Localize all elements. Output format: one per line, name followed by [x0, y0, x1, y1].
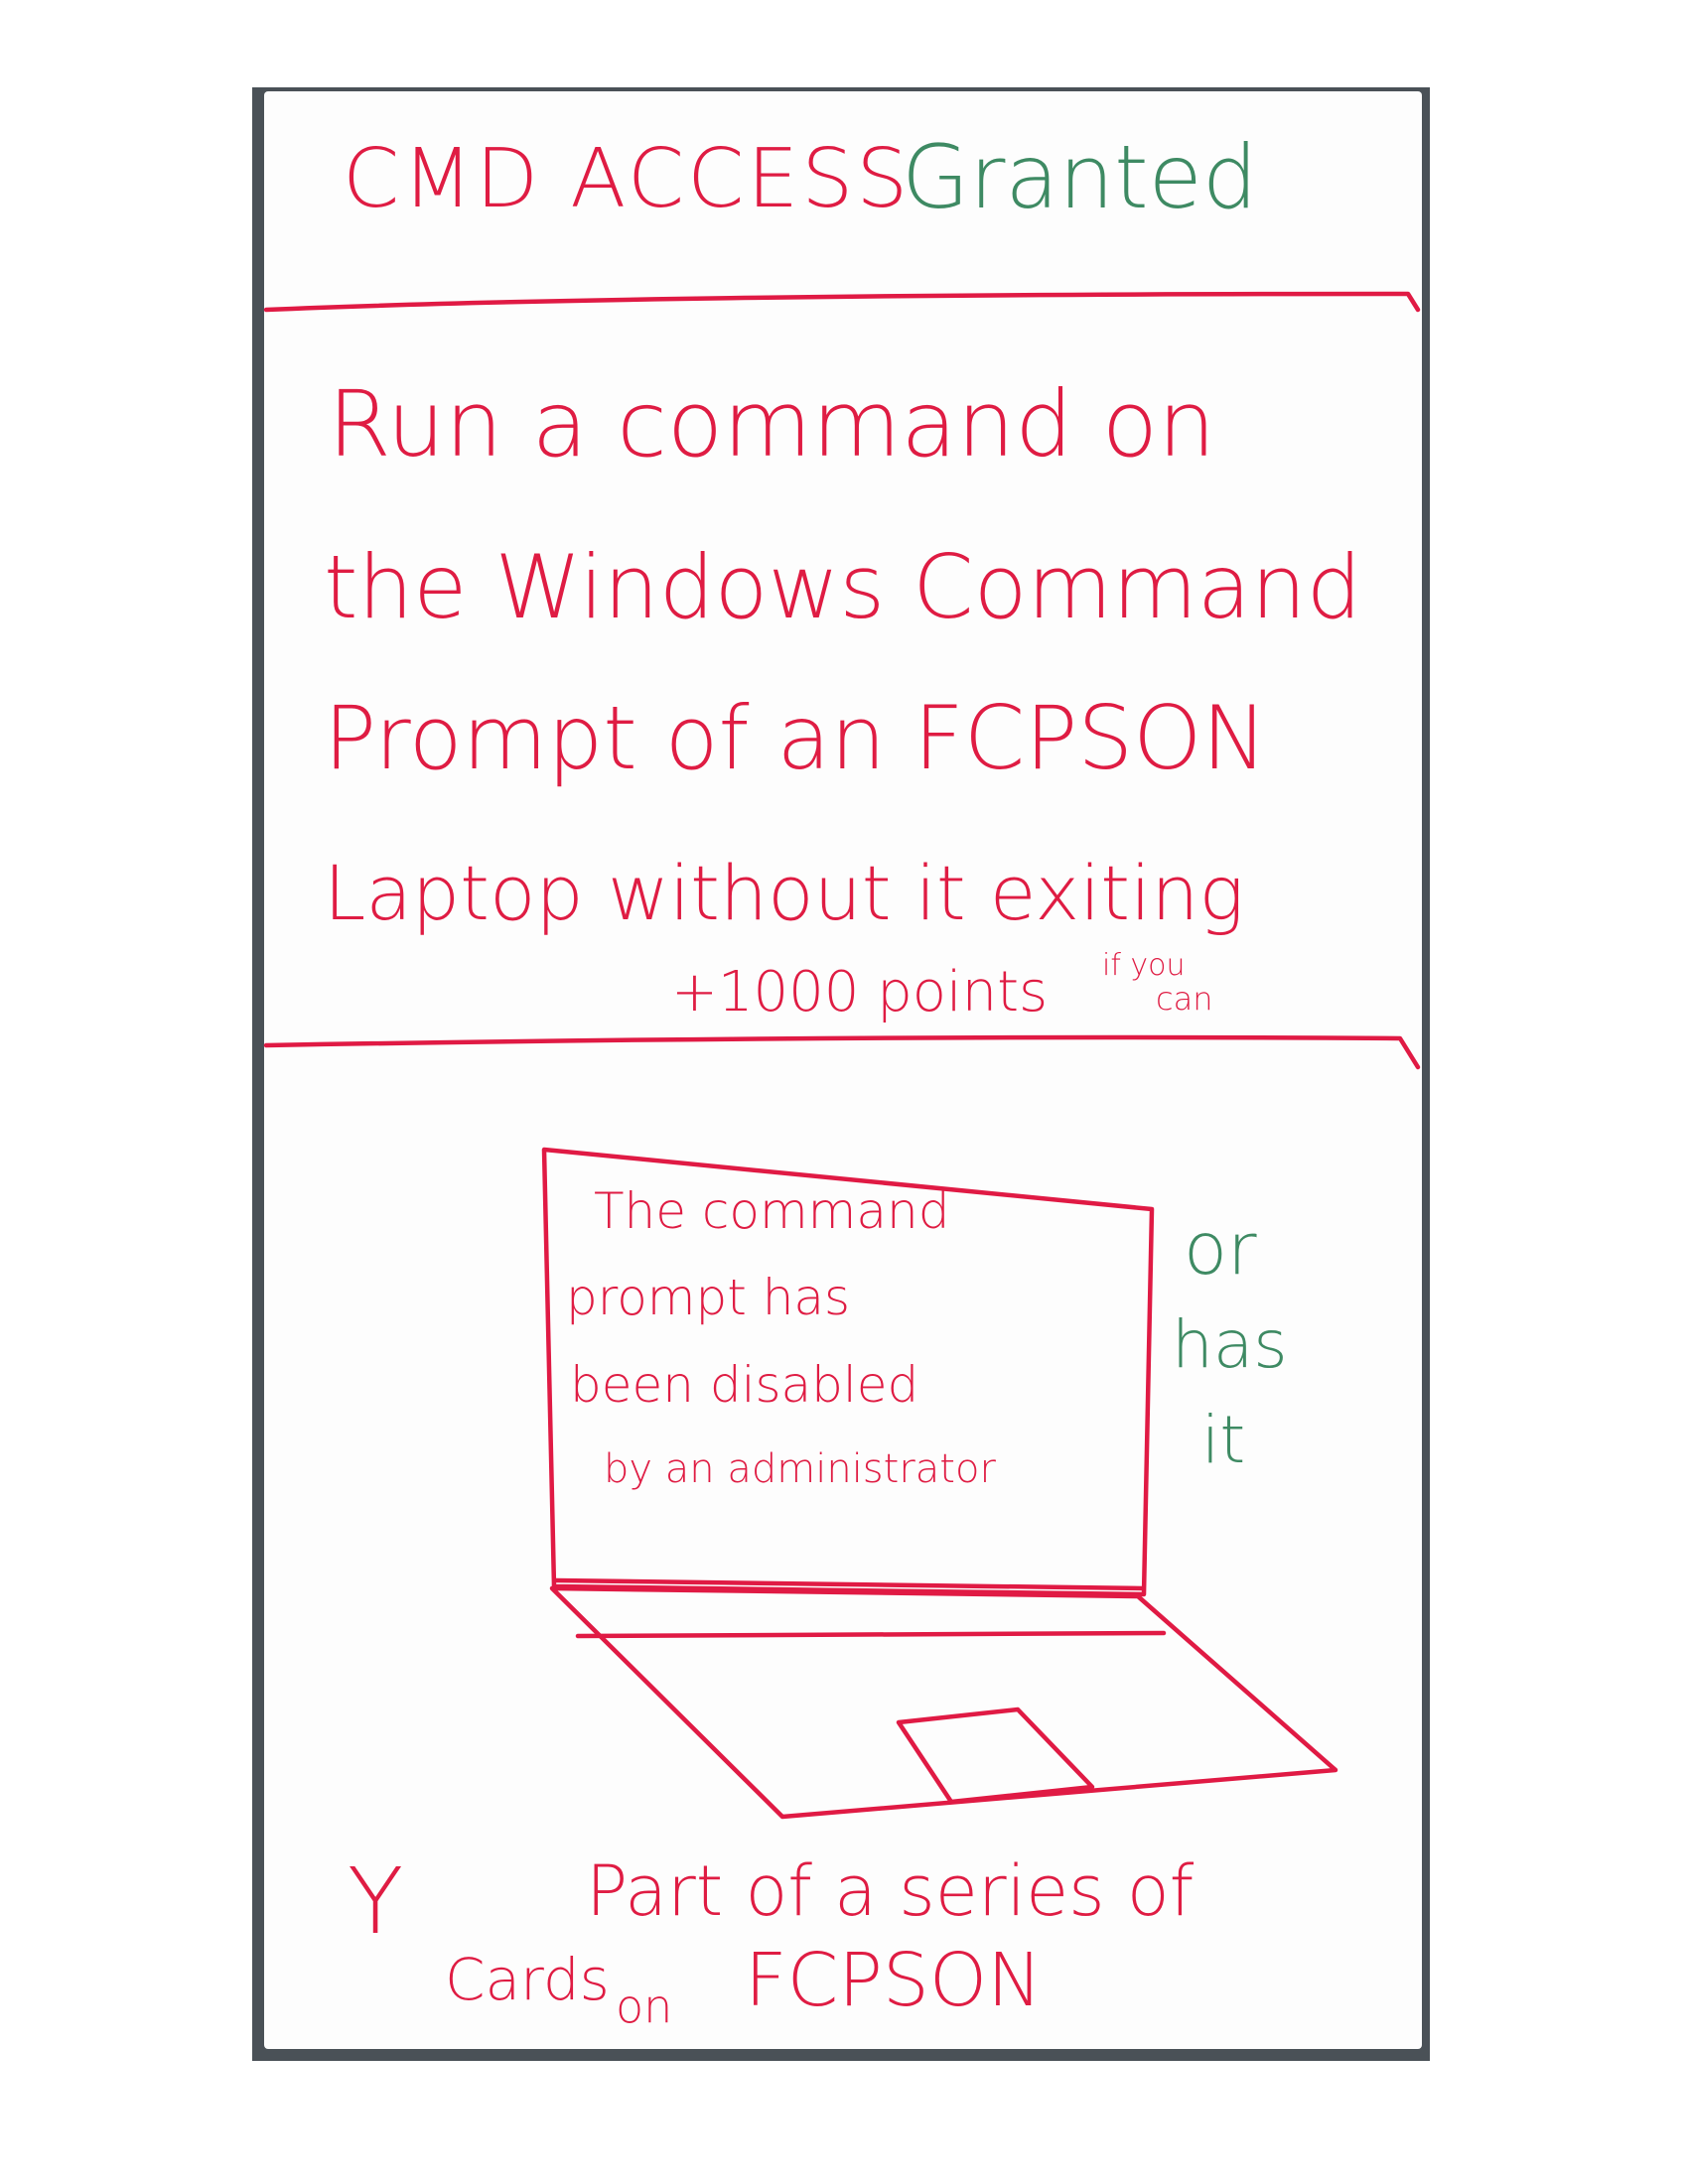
body-line-1: Run a command on	[328, 371, 1216, 478]
bonus-can: can	[1156, 980, 1213, 1018]
screen-line-1: The command	[594, 1182, 950, 1240]
screen-line-4: by an administrator	[604, 1446, 996, 1492]
aside-has: has	[1172, 1306, 1288, 1383]
bonus-points: +1000 points	[671, 960, 1049, 1024]
divider-middle	[263, 1034, 1421, 1070]
screen-line-2: prompt has	[566, 1269, 851, 1326]
bonus-if-you: if you	[1102, 948, 1186, 983]
aside-it: it	[1201, 1402, 1246, 1478]
footer-cards: Cards	[445, 1946, 610, 2013]
footer-line-1: Part of a series of	[586, 1850, 1195, 1932]
card-title-granted: Granted	[902, 126, 1258, 228]
footer-on: on	[616, 1979, 673, 2033]
body-line-4: Laptop without it exiting	[324, 849, 1244, 937]
screen-line-3: been disabled	[570, 1356, 919, 1414]
body-line-2: the Windows Command	[324, 536, 1362, 638]
body-line-3: Prompt of an FCPSON	[324, 687, 1268, 789]
divider-top	[263, 291, 1421, 313]
laptop-base	[549, 1585, 1338, 1820]
trackpad	[896, 1706, 1095, 1805]
footer-fcpson: FCPSON	[745, 1938, 1043, 2023]
aside-or: or	[1184, 1207, 1257, 1291]
card-title: CMD ACCESS	[343, 132, 912, 226]
footer-symbol: Y	[348, 1848, 404, 1955]
